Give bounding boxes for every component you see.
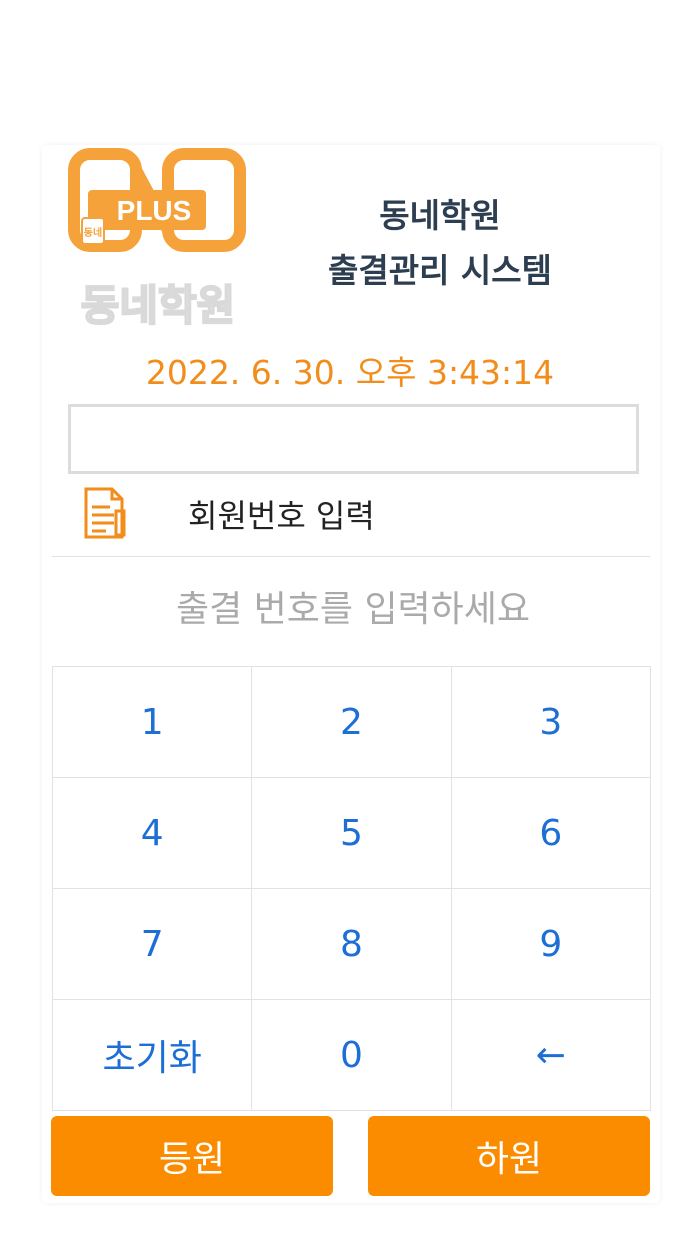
member-number-label: 회원번호 입력 [188,497,375,535]
key-2[interactable]: 2 [252,667,452,778]
current-datetime: 2022. 6. 30. 오후 3:43:14 [145,353,555,392]
divider [52,556,650,557]
academy-logo: PLUS 동네 동네학원 [68,148,248,338]
key-1[interactable]: 1 [53,667,253,778]
number-keypad: 1 2 3 4 5 6 7 8 9 초기화 0 ← [52,666,651,1111]
app-title: 동네학원 출결관리 시스템 [280,188,600,298]
backspace-key[interactable]: ← [451,1000,651,1111]
key-4[interactable]: 4 [53,778,253,889]
title-line-2: 출결관리 시스템 [327,251,552,290]
key-8[interactable]: 8 [252,889,452,1000]
key-6[interactable]: 6 [451,778,651,889]
key-3[interactable]: 3 [451,667,651,778]
svg-text:PLUS: PLUS [117,195,192,226]
document-icon [80,485,130,541]
check-in-button[interactable]: 등원 [51,1116,333,1196]
reset-key[interactable]: 초기화 [53,1000,253,1111]
key-7[interactable]: 7 [53,889,253,1000]
attendance-number-input[interactable] [52,560,654,658]
key-0[interactable]: 0 [252,1000,452,1111]
svg-text:동네: 동네 [84,226,102,239]
member-id-input[interactable] [68,404,639,474]
check-out-button[interactable]: 하원 [368,1116,650,1196]
svg-text:동네학원: 동네학원 [81,281,236,330]
key-9[interactable]: 9 [451,889,651,1000]
title-line-1: 동네학원 [379,196,501,235]
key-5[interactable]: 5 [252,778,452,889]
